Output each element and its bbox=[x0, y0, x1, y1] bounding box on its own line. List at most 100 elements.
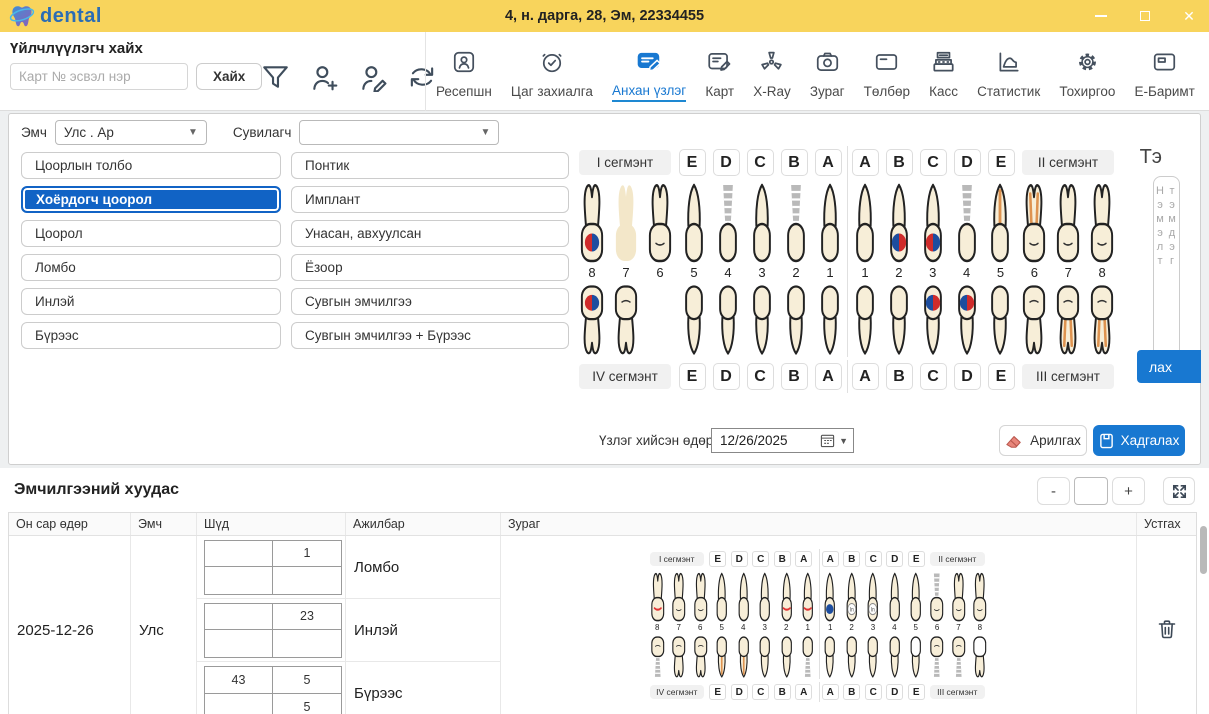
tooth[interactable] bbox=[611, 283, 641, 357]
tooth[interactable] bbox=[747, 181, 777, 265]
nav-item-payment[interactable]: Төлбөр bbox=[864, 43, 910, 101]
tooth-letter-button[interactable]: D bbox=[731, 684, 748, 700]
tooth-letter-button[interactable]: C bbox=[920, 363, 947, 390]
tooth[interactable] bbox=[1019, 181, 1049, 265]
tooth[interactable] bbox=[884, 181, 914, 265]
tooth[interactable] bbox=[649, 571, 667, 623]
tooth[interactable] bbox=[884, 283, 914, 357]
treatment-button[interactable]: Ёзоор bbox=[291, 254, 569, 281]
tooth-letter-button[interactable]: E bbox=[908, 551, 925, 567]
tooth[interactable] bbox=[950, 571, 968, 623]
zoom-out-button[interactable]: - bbox=[1037, 477, 1070, 505]
maximize-button[interactable] bbox=[1135, 6, 1155, 26]
tooth-letter-button[interactable]: B bbox=[886, 363, 913, 390]
tooth-letter-button[interactable]: E bbox=[679, 149, 706, 176]
tooth[interactable] bbox=[679, 283, 709, 357]
tooth-letter-button[interactable]: D bbox=[954, 363, 981, 390]
tooth[interactable] bbox=[799, 571, 817, 623]
tooth[interactable] bbox=[778, 571, 796, 623]
nav-item-card[interactable]: Карт bbox=[705, 43, 734, 101]
clear-button[interactable]: Арилгах bbox=[999, 425, 1087, 456]
tooth[interactable] bbox=[821, 635, 839, 679]
tooth[interactable] bbox=[843, 635, 861, 679]
save-button[interactable]: Хадгалах bbox=[1093, 425, 1185, 456]
treatment-button[interactable]: Бүрээс bbox=[21, 322, 281, 349]
tooth[interactable] bbox=[799, 635, 817, 679]
tooth[interactable] bbox=[815, 283, 845, 357]
tooth[interactable] bbox=[928, 571, 946, 623]
tooth[interactable] bbox=[886, 571, 904, 623]
nav-item-settings[interactable]: Тохиргоо bbox=[1059, 43, 1115, 101]
tooth[interactable] bbox=[778, 635, 796, 679]
nav-item-ereceipt[interactable]: Е-Баримт bbox=[1134, 43, 1194, 101]
search-input[interactable] bbox=[10, 63, 188, 90]
nav-item-appointment[interactable]: Цаг захиалга bbox=[511, 43, 593, 101]
tooth[interactable] bbox=[781, 283, 811, 357]
tooth[interactable] bbox=[1087, 181, 1117, 265]
tooth[interactable] bbox=[611, 181, 641, 265]
tooth[interactable] bbox=[577, 283, 607, 357]
tooth[interactable] bbox=[918, 283, 948, 357]
tooth-letter-button[interactable]: B bbox=[843, 551, 860, 567]
treatment-button[interactable]: Ломбо bbox=[21, 254, 281, 281]
tooth-letter-button[interactable]: C bbox=[752, 684, 769, 700]
tooth[interactable] bbox=[713, 635, 731, 679]
tooth-letter-button[interactable]: C bbox=[865, 684, 882, 700]
treatment-button[interactable]: Понтик bbox=[291, 152, 569, 179]
tooth[interactable] bbox=[756, 571, 774, 623]
tooth[interactable] bbox=[670, 571, 688, 623]
tooth[interactable] bbox=[907, 571, 925, 623]
tooth[interactable] bbox=[1053, 181, 1083, 265]
tooth[interactable] bbox=[1053, 283, 1083, 357]
tooth-letter-button[interactable]: D bbox=[886, 684, 903, 700]
tooth-letter-button[interactable]: E bbox=[988, 149, 1015, 176]
tooth-letter-button[interactable]: B bbox=[781, 149, 808, 176]
tooth-letter-button[interactable]: E bbox=[908, 684, 925, 700]
tooth[interactable] bbox=[649, 635, 667, 679]
tooth-letter-button[interactable]: E bbox=[988, 363, 1015, 390]
tooth[interactable] bbox=[821, 571, 839, 623]
close-button[interactable]: ✕ bbox=[1179, 6, 1199, 26]
search-button[interactable]: Хайх bbox=[196, 63, 262, 90]
treatment-button[interactable]: Хоёрдогч цоорол bbox=[21, 186, 281, 213]
tooth-letter-button[interactable]: D bbox=[713, 149, 740, 176]
nav-item-statistics[interactable]: Статистик bbox=[977, 43, 1040, 101]
doctor-select[interactable]: Улс . Ар ▼ bbox=[55, 120, 207, 145]
treatment-button[interactable]: Унасан, авхуулсан bbox=[291, 220, 569, 247]
tooth[interactable] bbox=[971, 571, 989, 623]
additional-marks-button[interactable]: Нэмэлт тэмдэг bbox=[1153, 176, 1180, 359]
tooth-letter-button[interactable]: B bbox=[774, 684, 791, 700]
tooth[interactable] bbox=[952, 181, 982, 265]
nav-item-xray[interactable]: X-Ray bbox=[753, 43, 791, 101]
tooth-letter-button[interactable]: D bbox=[713, 363, 740, 390]
treatment-button[interactable]: Имплант bbox=[291, 186, 569, 213]
tooth-letter-button[interactable]: A bbox=[795, 684, 812, 700]
tooth[interactable] bbox=[971, 635, 989, 679]
expand-button[interactable] bbox=[1163, 477, 1195, 505]
tooth-letter-button[interactable]: B bbox=[886, 149, 913, 176]
tooth[interactable] bbox=[1019, 283, 1049, 357]
tooth-letter-button[interactable]: A bbox=[852, 149, 879, 176]
tooth-letter-button[interactable]: A bbox=[852, 363, 879, 390]
tooth[interactable] bbox=[1087, 283, 1117, 357]
nav-item-reception[interactable]: Ресепшн bbox=[436, 43, 492, 101]
zoom-in-button[interactable]: + bbox=[1112, 477, 1145, 505]
treatment-button[interactable]: Сувгын эмчилгээ + Бүрээс bbox=[291, 322, 569, 349]
tooth-letter-button[interactable]: D bbox=[954, 149, 981, 176]
tooth[interactable] bbox=[692, 635, 710, 679]
tooth[interactable] bbox=[918, 181, 948, 265]
tooth-letter-button[interactable]: B bbox=[843, 684, 860, 700]
tooth[interactable] bbox=[645, 181, 675, 265]
tooth-letter-button[interactable]: A bbox=[815, 149, 842, 176]
tooth[interactable] bbox=[907, 635, 925, 679]
tooth[interactable] bbox=[735, 635, 753, 679]
tooth[interactable] bbox=[735, 571, 753, 623]
tooth[interactable] bbox=[864, 635, 882, 679]
tooth-missing[interactable] bbox=[645, 283, 675, 357]
tooth-letter-button[interactable]: A bbox=[822, 684, 839, 700]
filter-icon[interactable] bbox=[260, 62, 291, 97]
tooth-letter-button[interactable]: B bbox=[781, 363, 808, 390]
tooth-letter-button[interactable]: D bbox=[886, 551, 903, 567]
tooth[interactable] bbox=[985, 181, 1015, 265]
nurse-select[interactable]: ▼ bbox=[299, 120, 499, 145]
